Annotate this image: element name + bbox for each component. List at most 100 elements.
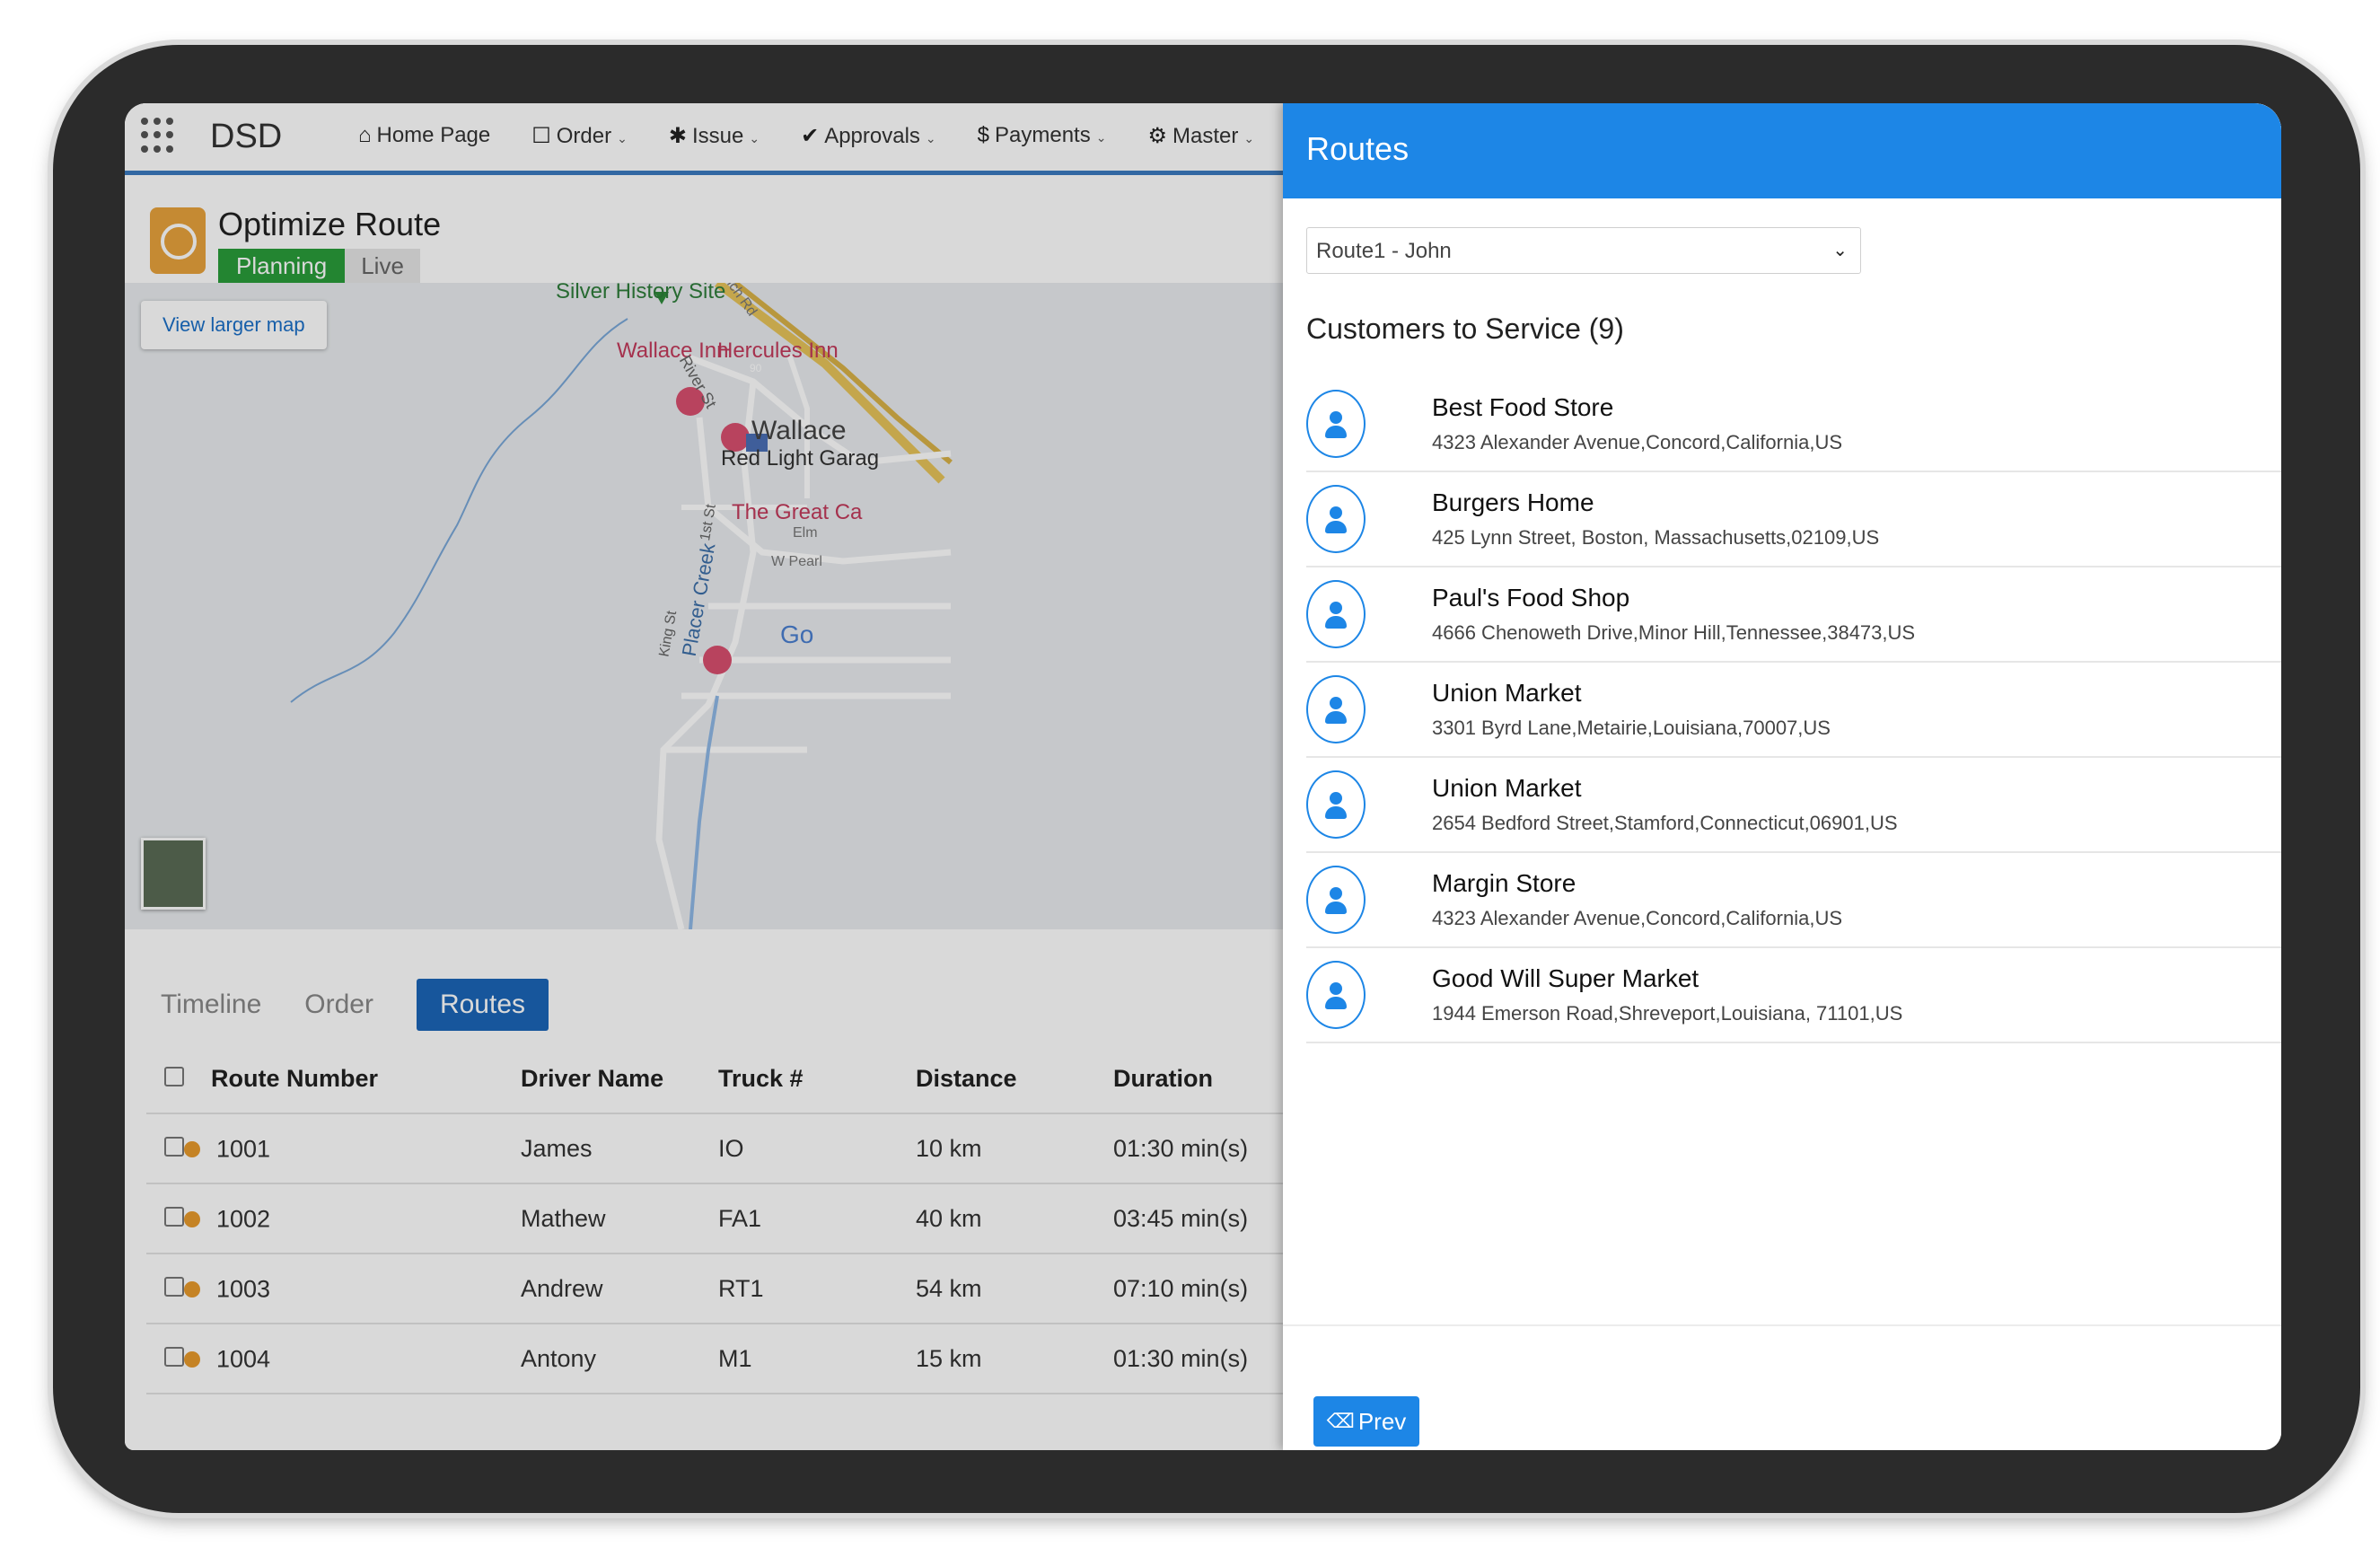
driver-name-cell: Antony bbox=[521, 1344, 597, 1372]
user-icon bbox=[1306, 580, 1366, 648]
map-label-wallace-inn: Wallace Inn bbox=[617, 339, 729, 363]
tab-order[interactable]: Order bbox=[304, 990, 373, 1020]
driver-name-cell: James bbox=[521, 1134, 593, 1162]
chevron-down-icon: ⌄ bbox=[617, 131, 628, 145]
table-row[interactable]: 1004 Antony M1 15 km 01:30 min(s) bbox=[146, 1324, 1331, 1394]
home-icon: ⌂ bbox=[358, 123, 372, 147]
document-icon: ☐ bbox=[531, 124, 551, 148]
check-icon: ✔ bbox=[801, 124, 820, 148]
main-nav: ⌂ Home Page ☐ Order ⌄ ✱ Issue ⌄ ✔ Approvals ⌄ $ Paym… bbox=[358, 123, 1295, 149]
truck-cell: FA1 bbox=[718, 1204, 762, 1232]
table-body: 1001 James IO 10 km 01:30 min(s) 1002 Mathew FA… bbox=[146, 1114, 1331, 1394]
customer-list-item[interactable]: Burgers Home 425 Lynn Street, Boston, Mas… bbox=[1306, 472, 2281, 567]
nav-item-label: Home Page bbox=[376, 123, 491, 147]
driver-name-cell: Andrew bbox=[521, 1274, 603, 1302]
tab-timeline[interactable]: Timeline bbox=[161, 990, 261, 1020]
chevron-down-icon: ⌄ bbox=[749, 131, 760, 145]
view-larger-map-link[interactable]: View larger map bbox=[141, 301, 327, 349]
user-icon bbox=[1306, 675, 1366, 743]
truck-cell: RT1 bbox=[718, 1274, 764, 1302]
nav-item-payments[interactable]: $ Payments ⌄ bbox=[978, 123, 1107, 149]
nav-item-label: Approvals bbox=[824, 124, 920, 148]
table-row[interactable]: 1002 Mathew FA1 40 km 03:45 min(s) bbox=[146, 1184, 1331, 1254]
map-label-i90: 90 bbox=[750, 362, 762, 374]
row-checkbox[interactable] bbox=[164, 1346, 184, 1367]
route-status-dot bbox=[184, 1280, 200, 1298]
route-number-cell: 1004 bbox=[216, 1345, 271, 1373]
app-grid-icon[interactable] bbox=[141, 118, 177, 154]
gear-icon: ⚙ bbox=[1147, 124, 1167, 148]
tab-routes[interactable]: Routes bbox=[416, 979, 549, 1031]
nav-item-label: Payments bbox=[995, 123, 1091, 147]
row-checkbox[interactable] bbox=[164, 1276, 184, 1297]
customer-list-item[interactable]: Union Market 2654 Bedford Street,Stamford… bbox=[1306, 758, 2281, 853]
customer-address: 2654 Bedford Street,Stamford,Connecticut… bbox=[1432, 812, 1898, 834]
customer-address: 3301 Byrd Lane,Metairie,Louisiana,70007,… bbox=[1432, 717, 1831, 739]
truck-cell: M1 bbox=[718, 1344, 752, 1372]
route-number-cell: 1003 bbox=[216, 1275, 271, 1303]
select-all-checkbox[interactable] bbox=[164, 1066, 184, 1086]
map-label-great: The Great Ca bbox=[732, 500, 863, 524]
drawer-title: Routes bbox=[1306, 130, 1410, 167]
drawer-header: Routes bbox=[1283, 103, 2281, 198]
chevron-down-icon: ⌄ bbox=[1095, 130, 1107, 145]
bottom-tabs: Timeline Order Routes bbox=[161, 979, 549, 1031]
distance-cell: 10 km bbox=[916, 1134, 982, 1162]
customer-list-item[interactable]: Best Food Store 4323 Alexander Avenue,Con… bbox=[1306, 377, 2281, 472]
map-label-wallace: Wallace bbox=[751, 416, 847, 445]
customer-list-item[interactable]: Paul's Food Shop 4666 Chenoweth Drive,Min… bbox=[1306, 567, 2281, 663]
nav-item-home-page[interactable]: ⌂ Home Page bbox=[358, 123, 490, 149]
route-select-dropdown[interactable]: Route1 - John ⌄ bbox=[1306, 227, 1861, 274]
col-distance[interactable]: Distance bbox=[916, 1065, 1113, 1093]
row-checkbox[interactable] bbox=[164, 1136, 184, 1157]
nav-item-approvals[interactable]: ✔ Approvals ⌄ bbox=[801, 123, 936, 149]
customer-name: Paul's Food Shop bbox=[1432, 584, 1630, 611]
map-label-w-pearl: W Pearl bbox=[771, 554, 822, 569]
mode-toggle: Planning Live bbox=[218, 249, 420, 285]
map-streets bbox=[290, 283, 953, 929]
customer-address: 4323 Alexander Avenue,Concord,California… bbox=[1432, 907, 1843, 929]
route-status-dot bbox=[184, 1210, 200, 1227]
distance-cell: 40 km bbox=[916, 1204, 982, 1232]
route-status-dot bbox=[184, 1350, 200, 1368]
route-number-cell: 1001 bbox=[216, 1135, 271, 1163]
customer-address: 1944 Emerson Road,Shreveport,Louisiana, … bbox=[1432, 1002, 1903, 1025]
routes-drawer: Routes Route1 - John ⌄ Customers to Serv… bbox=[1283, 103, 2281, 1450]
prev-button[interactable]: ⌫ Prev bbox=[1313, 1396, 1419, 1447]
customer-list: Best Food Store 4323 Alexander Avenue,Con… bbox=[1306, 377, 2281, 1043]
route-map[interactable]: View larger map Silver History Site Wall… bbox=[125, 283, 1324, 929]
customer-list-item[interactable]: Margin Store 4323 Alexander Avenue,Concor… bbox=[1306, 853, 2281, 948]
truck-cell: IO bbox=[718, 1134, 744, 1162]
customer-name: Burgers Home bbox=[1432, 488, 1594, 516]
nav-item-order[interactable]: ☐ Order ⌄ bbox=[531, 123, 628, 149]
satellite-view-toggle[interactable] bbox=[141, 838, 206, 910]
customer-name: Union Market bbox=[1432, 679, 1582, 707]
user-icon bbox=[1306, 770, 1366, 839]
live-toggle-button[interactable]: Live bbox=[345, 249, 420, 285]
customer-list-item[interactable]: Union Market 3301 Byrd Lane,Metairie,Loui… bbox=[1306, 663, 2281, 758]
bug-icon: ✱ bbox=[668, 124, 687, 148]
nav-item-master[interactable]: ⚙ Master ⌄ bbox=[1147, 123, 1254, 149]
customer-address: 4666 Chenoweth Drive,Minor Hill,Tennesse… bbox=[1432, 621, 1916, 644]
map-google-logo: Go bbox=[780, 620, 814, 648]
customer-list-item[interactable]: Good Will Super Market 1944 Emerson Road,… bbox=[1306, 948, 2281, 1043]
brand-name[interactable]: DSD bbox=[210, 118, 282, 156]
planning-toggle-button[interactable]: Planning bbox=[218, 249, 346, 285]
col-driver-name[interactable]: Driver Name bbox=[521, 1065, 718, 1093]
row-checkbox[interactable] bbox=[164, 1206, 184, 1227]
customer-name: Best Food Store bbox=[1432, 393, 1614, 421]
dollar-icon: $ bbox=[977, 123, 990, 147]
nav-item-label: Issue bbox=[691, 124, 744, 148]
drawer-footer-divider bbox=[1283, 1324, 2281, 1326]
page-title: Optimize Route bbox=[218, 206, 442, 242]
col-truck[interactable]: Truck # bbox=[718, 1065, 916, 1093]
table-header: Route Number Driver Name Truck # Distanc… bbox=[146, 1044, 1331, 1114]
circle-arrow-left-icon: ⌫ bbox=[1326, 1410, 1355, 1432]
customer-address: 4323 Alexander Avenue,Concord,California… bbox=[1432, 431, 1843, 453]
table-row[interactable]: 1003 Andrew RT1 54 km 07:10 min(s) bbox=[146, 1254, 1331, 1324]
nav-item-issue[interactable]: ✱ Issue ⌄ bbox=[669, 123, 760, 149]
user-icon bbox=[1306, 961, 1366, 1029]
col-route-number[interactable]: Route Number bbox=[211, 1065, 521, 1093]
table-row[interactable]: 1001 James IO 10 km 01:30 min(s) bbox=[146, 1114, 1331, 1184]
user-icon bbox=[1306, 390, 1366, 458]
